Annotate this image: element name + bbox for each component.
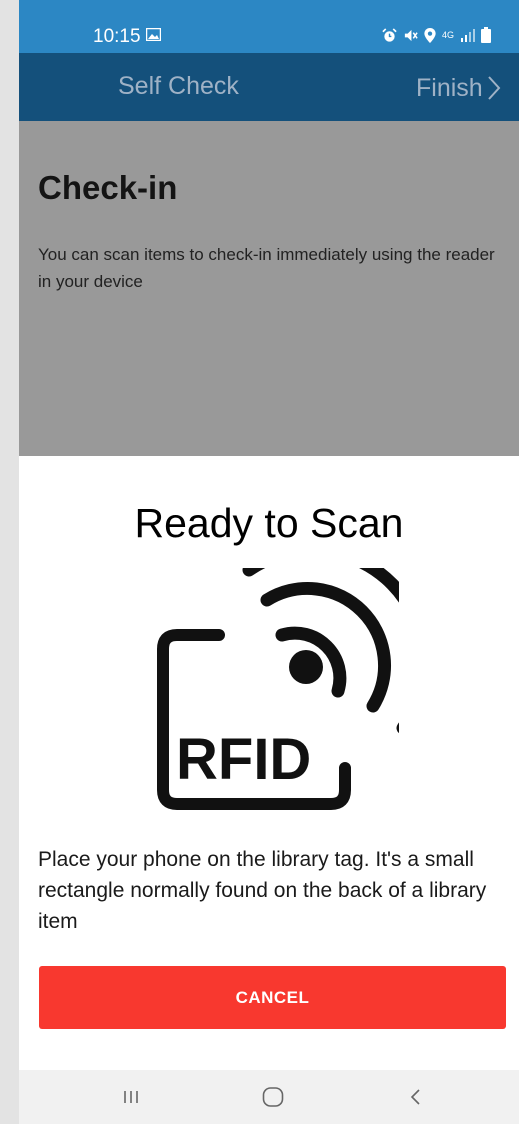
status-time: 10:15 [93,26,141,47]
page-description: You can scan items to check-in immediate… [38,245,495,291]
scan-sheet: Ready to Scan RFID Place your phone on t… [19,456,519,1070]
signal-icon [461,29,476,42]
alarm-icon [382,27,397,42]
system-nav-bar [19,1070,519,1124]
home-icon[interactable] [255,1082,291,1112]
location-icon [424,27,436,43]
status-icons: 4G [382,26,492,44]
sheet-title: Ready to Scan [134,500,404,546]
page-content: Check-in You can scan items to check-in … [19,121,519,456]
rfid-icon-label: RFID [176,727,311,792]
network-type: 4G [442,29,455,40]
rfid-icon: RFID [157,568,399,810]
app-title: Self Check [118,72,239,100]
phone-screen: 10:15 4G Self Check Finish Check-in You … [19,0,519,1124]
battery-icon [481,27,492,43]
finish-label: Finish [416,73,483,102]
back-icon[interactable] [397,1082,433,1112]
status-bar: 10:15 4G [19,0,519,53]
page-heading: Check-in [38,169,178,206]
scan-instruction: Place your phone on the library tag. It'… [38,848,487,933]
app-bar: Self Check Finish [19,53,519,121]
chevron-right-icon [487,76,501,100]
mute-icon [404,29,418,41]
finish-button[interactable]: Finish [416,69,501,107]
recent-apps-icon[interactable] [113,1082,149,1112]
cancel-button[interactable]: CANCEL [39,966,506,1029]
gallery-icon [146,28,161,41]
